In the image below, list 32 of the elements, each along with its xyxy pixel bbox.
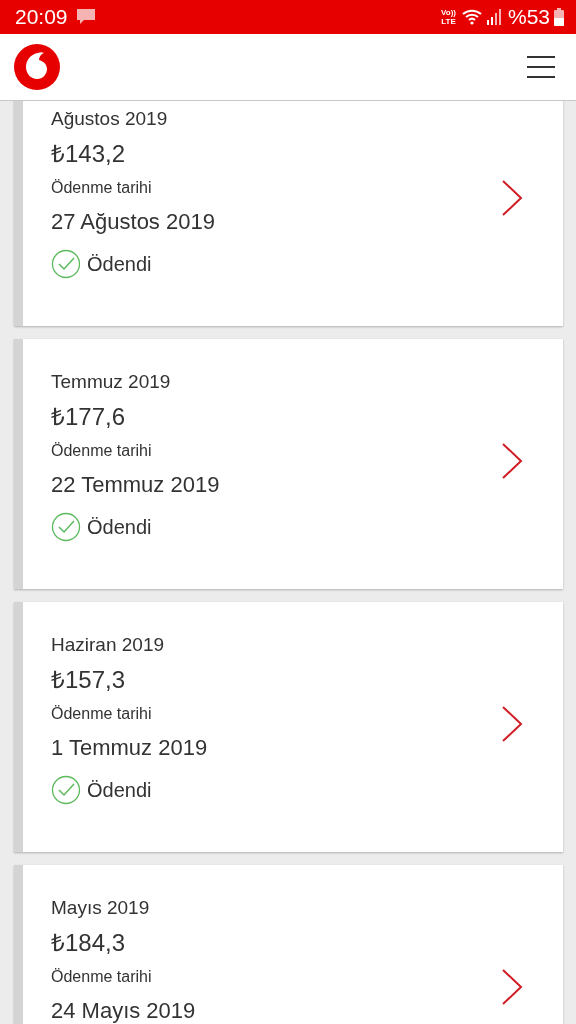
clock: 20:09 — [15, 5, 68, 29]
payment-status: Ödendi — [87, 515, 152, 539]
wifi-icon — [461, 8, 484, 26]
logo-icon[interactable] — [14, 44, 60, 90]
bill-period: Temmuz 2019 — [51, 371, 171, 393]
bill-amount: ₺177,6 — [51, 402, 126, 432]
due-date-label: Ödenme tarihi — [51, 179, 152, 197]
battery-percentage: %53 — [507, 5, 550, 29]
due-date: 27 Ağustos 2019 — [51, 209, 215, 235]
chevron-right-icon[interactable] — [501, 179, 523, 217]
bill-period: Haziran 2019 — [51, 634, 165, 656]
message-icon — [75, 8, 96, 26]
menu-icon[interactable] — [527, 56, 555, 78]
due-date-label: Ödenme tarihi — [51, 442, 152, 460]
due-date: 22 Temmuz 2019 — [51, 472, 220, 498]
chevron-right-icon[interactable] — [501, 705, 523, 743]
payment-status: Ödendi — [87, 252, 152, 276]
payment-status: Ödendi — [87, 778, 152, 802]
bill-period: Ağustos 2019 — [51, 108, 168, 130]
battery-icon — [554, 8, 564, 26]
bill-amount: ₺184,3 — [51, 928, 126, 958]
bill-amount: ₺157,3 — [51, 665, 126, 695]
chevron-right-icon[interactable] — [501, 442, 523, 480]
due-date-label: Ödenme tarihi — [51, 968, 152, 986]
bill-amount: ₺143,2 — [51, 139, 126, 169]
volte-indicator: Vo)) LTE — [441, 8, 456, 26]
due-date: 1 Temmuz 2019 — [51, 735, 208, 761]
signal-icon — [485, 8, 502, 26]
chevron-right-icon[interactable] — [501, 968, 523, 1006]
due-date-label: Ödenme tarihi — [51, 705, 152, 723]
due-date: 24 Mayıs 2019 — [51, 998, 196, 1024]
bill-period: Mayıs 2019 — [51, 897, 150, 919]
